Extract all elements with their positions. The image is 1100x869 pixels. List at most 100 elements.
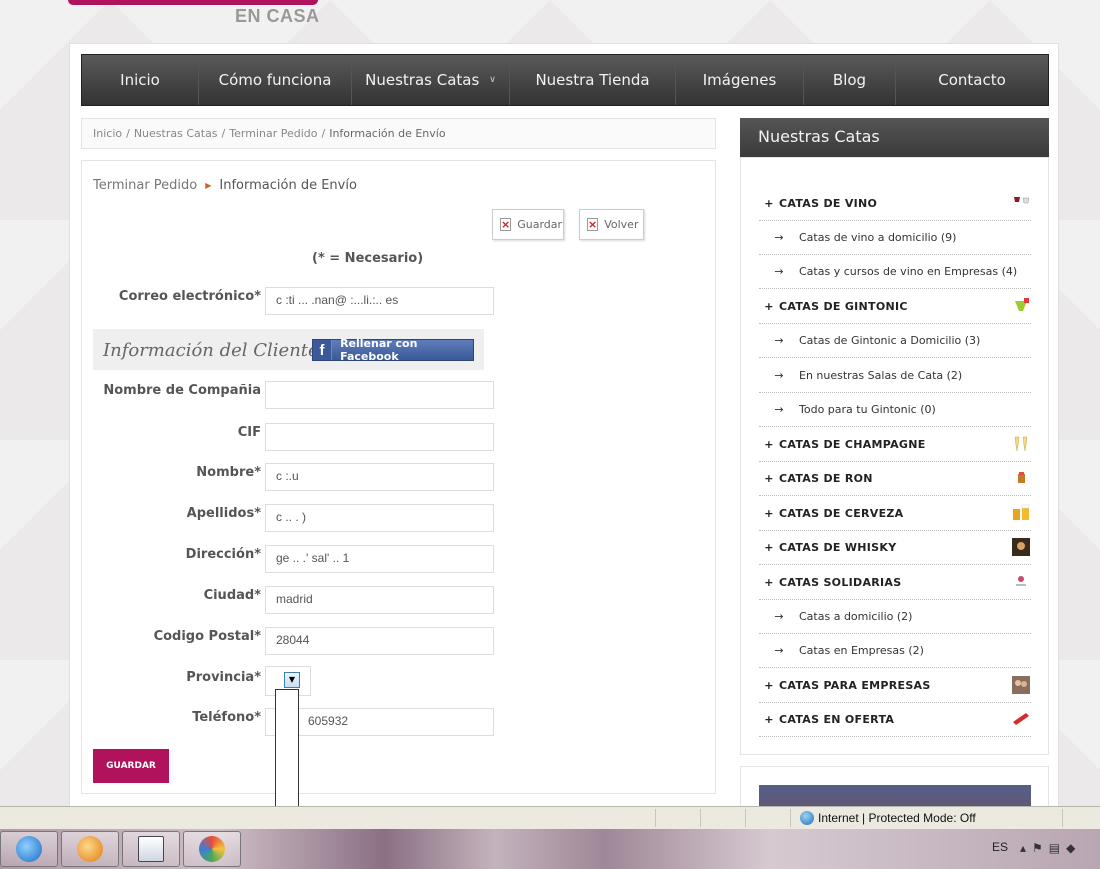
sidebar-categories: + CATAS DE VINO → Catas de vino a domicili…: [740, 157, 1049, 755]
nav-item-nuestra-tienda[interactable]: Nuestra Tienda: [510, 55, 676, 105]
city-field[interactable]: madrid: [265, 586, 494, 614]
facebook-icon: f: [313, 340, 333, 360]
plus-icon: +: [764, 300, 774, 313]
sidebar-item-catas-en-oferta[interactable]: + CATAS EN OFERTA: [759, 703, 1031, 737]
sidebar-item-salas-de-cata[interactable]: → En nuestras Salas de Cata (2): [759, 359, 1031, 393]
arrow-right-icon: →: [774, 265, 784, 278]
sidebar-item-catas-de-ron[interactable]: + CATAS DE RON: [759, 462, 1031, 496]
nav-item-label: Inicio: [120, 71, 160, 89]
plus-icon: +: [764, 472, 774, 485]
sidebar-item-todo-gintonic[interactable]: → Todo para tu Gintonic (0): [759, 393, 1031, 427]
internet-explorer-taskbar-button[interactable]: [0, 831, 58, 867]
dropdown-arrow-icon[interactable]: ▼: [284, 672, 300, 688]
plus-icon: +: [764, 713, 774, 726]
network-icon[interactable]: ▤: [1049, 841, 1066, 855]
sidebar-item-catas-vino-empresas[interactable]: → Catas y cursos de vino en Empresas (4): [759, 255, 1031, 289]
wine-glass-icon: [1014, 197, 1030, 204]
arrow-right-icon: →: [774, 644, 784, 657]
sidebar-item-gintonic-domicilio[interactable]: → Catas de Gintonic a Domicilio (3): [759, 324, 1031, 358]
nav-item-inicio[interactable]: Inicio: [82, 55, 199, 105]
chevron-up-icon[interactable]: ▴: [1020, 841, 1032, 855]
nav-item-imagenes[interactable]: Imágenes: [676, 55, 804, 105]
nav-item-nuestras-catas[interactable]: Nuestras Catas ∨: [352, 55, 510, 105]
volver-toolbar-button[interactable]: × Volver: [579, 209, 644, 240]
arrow-right-icon: →: [774, 231, 784, 244]
facebook-button-label: Rellenar con Facebook: [340, 337, 418, 363]
security-zone-text[interactable]: Internet | Protected Mode: Off: [818, 811, 976, 825]
arrow-right-icon: →: [774, 334, 784, 347]
plus-icon: +: [764, 679, 774, 692]
broken-image-icon: ×: [587, 218, 599, 231]
breadcrumb-separator: /: [126, 127, 130, 140]
plus-icon: +: [764, 197, 774, 210]
cif-field[interactable]: [265, 423, 494, 451]
sidebar-item-label: Todo para tu Gintonic (0): [799, 403, 936, 416]
windows-taskbar: ES ▴⚑▤◆: [0, 829, 1100, 869]
breadcrumb-link[interactable]: Nuestras Catas: [134, 127, 218, 140]
volume-icon[interactable]: ◆: [1066, 841, 1081, 855]
sidebar-item-catas-de-whisky[interactable]: + CATAS DE WHISKY: [759, 531, 1031, 565]
explorer-window-taskbar-button[interactable]: [122, 831, 180, 867]
plus-icon: +: [764, 507, 774, 520]
breadcrumb-link[interactable]: Terminar Pedido: [229, 127, 317, 140]
rum-glass-icon: [1018, 472, 1025, 483]
sidebar-item-label: Catas en Empresas (2): [799, 644, 924, 657]
internet-zone-icon: [800, 811, 814, 825]
checkout-form-panel: Terminar Pedido ▶ Información de Envío ×…: [81, 160, 716, 794]
guardar-toolbar-button[interactable]: × Guardar: [492, 209, 564, 240]
whisky-icon: [1012, 538, 1030, 556]
sidebar-item-catas-solidarias[interactable]: + CATAS SOLIDARIAS: [759, 566, 1031, 600]
arrow-right-icon: →: [774, 403, 784, 416]
nav-item-label: Nuestra Tienda: [535, 71, 650, 89]
surname-field[interactable]: c .. . ): [265, 504, 494, 532]
sidebar-item-catas-de-champagne[interactable]: + CATAS DE CHAMPAGNE: [759, 428, 1031, 462]
address-field[interactable]: ge .. .' sal' .. 1: [265, 545, 494, 573]
nav-item-label: Blog: [832, 71, 867, 89]
checkout-steps: Terminar Pedido ▶ Información de Envío: [93, 178, 357, 193]
status-divider: [655, 809, 656, 827]
nav-item-label: Cómo funciona: [218, 71, 332, 89]
sidebar-item-label: En nuestras Salas de Cata (2): [799, 369, 963, 382]
status-divider: [790, 809, 791, 827]
cif-label: CIF: [237, 425, 261, 440]
plus-icon: +: [764, 576, 774, 589]
triangle-right-icon: ▶: [205, 181, 212, 190]
paint-taskbar-button[interactable]: [183, 831, 241, 867]
company-field[interactable]: [265, 381, 494, 409]
facebook-fill-button[interactable]: f Rellenar con Facebook: [312, 337, 474, 363]
sidebar-item-solidarias-domicilio[interactable]: → Catas a domicilio (2): [759, 600, 1031, 634]
breadcrumb-link[interactable]: Inicio: [93, 127, 122, 140]
phone-label: Teléfono*: [192, 710, 261, 725]
province-label: Provincia*: [186, 670, 261, 685]
sidebar-item-catas-de-cerveza[interactable]: + CATAS DE CERVEZA: [759, 497, 1031, 531]
language-indicator[interactable]: ES: [992, 840, 1008, 854]
flag-icon[interactable]: ⚑: [1032, 841, 1049, 855]
email-field[interactable]: c :ti ... .nan@ :...li.:.. es: [265, 287, 494, 315]
sidebar-item-label: CATAS DE CHAMPAGNE: [779, 438, 926, 451]
system-tray[interactable]: ▴⚑▤◆: [1020, 841, 1081, 855]
media-app-taskbar-button[interactable]: [61, 831, 119, 867]
nav-item-contacto[interactable]: Contacto: [896, 55, 1048, 105]
nav-item-como-funciona[interactable]: Cómo funciona: [199, 55, 352, 105]
sidebar-item-catas-de-vino[interactable]: + CATAS DE VINO: [759, 187, 1031, 221]
site-logo[interactable]: EN CASA: [60, 0, 340, 30]
arrow-right-icon: →: [774, 610, 784, 623]
sidebar-item-catas-vino-domicilio[interactable]: → Catas de vino a domicilio (9): [759, 221, 1031, 255]
name-label: Nombre*: [196, 465, 261, 480]
sidebar-item-solidarias-empresas[interactable]: → Catas en Empresas (2): [759, 634, 1031, 668]
sidebar-item-label: CATAS DE RON: [779, 472, 873, 485]
guardar-submit-button[interactable]: GUARDAR: [93, 749, 169, 783]
sidebar-title: Nuestras Catas: [740, 118, 1049, 157]
internet-explorer-icon: [16, 836, 42, 862]
main-nav: Inicio Cómo funciona Nuestras Catas ∨ Nue…: [81, 54, 1049, 106]
postal-code-field[interactable]: 28044: [265, 627, 494, 655]
sidebar-item-catas-para-empresas[interactable]: + CATAS PARA EMPRESAS: [759, 669, 1031, 703]
phone-field[interactable]: 605932: [265, 708, 494, 736]
media-app-icon: [77, 836, 103, 862]
cocktail-icon: [1015, 298, 1029, 311]
address-label: Dirección*: [185, 547, 261, 562]
name-field[interactable]: c :.u: [265, 463, 494, 491]
nav-item-blog[interactable]: Blog: [804, 55, 896, 105]
step-previous[interactable]: Terminar Pedido: [93, 178, 197, 193]
sidebar-item-catas-de-gintonic[interactable]: + CATAS DE GINTONIC: [759, 290, 1031, 324]
